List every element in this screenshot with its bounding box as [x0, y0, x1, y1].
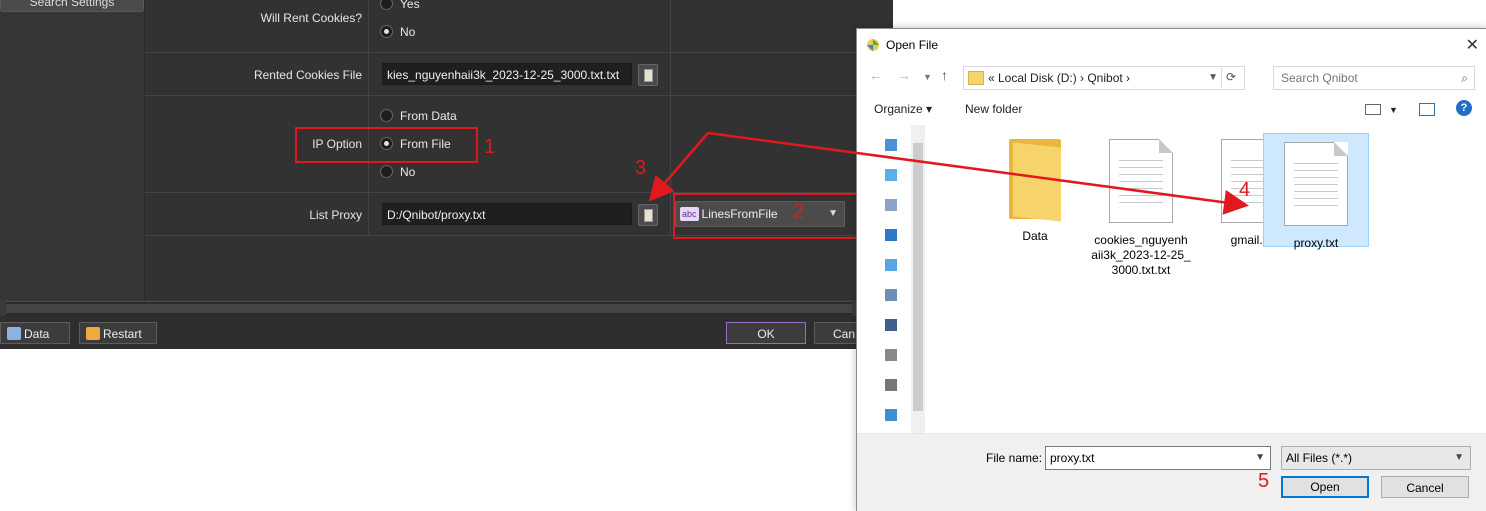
annotation-box-proxy-mode: [673, 193, 860, 239]
file-type-select[interactable]: All Files (*.*) ▼: [1281, 446, 1471, 470]
rented-cookies-file-input[interactable]: kies_nguyenhaii3k_2023-12-25_3000.txt.tx…: [382, 63, 632, 85]
navigation-pane: [871, 125, 925, 433]
rented-cookies-file-row: Rented Cookies File kies_nguyenhaii3k_20…: [145, 53, 893, 96]
radio-yes[interactable]: Yes: [380, 0, 420, 11]
chevron-down-icon[interactable]: ▼: [1389, 105, 1398, 115]
up-arrow-icon[interactable]: ↑: [941, 67, 948, 83]
music-icon[interactable]: [885, 259, 897, 271]
annotation-number-4: 4: [1239, 179, 1251, 201]
data-button[interactable]: Data: [0, 322, 70, 344]
radio-no[interactable]: No: [380, 25, 415, 39]
navigation-bar: ← → ▼ ↑ « Local Disk (D:) › Qnibot › ▼ ⟳…: [857, 63, 1486, 90]
recent-chevron-icon[interactable]: ▼: [923, 72, 932, 82]
book-icon: [644, 69, 653, 82]
cancel-button[interactable]: Cancel: [1381, 476, 1469, 498]
settings-window: Search Settings Will Rent Cookies? Yes N…: [0, 0, 893, 349]
drive-icon[interactable]: [885, 379, 897, 391]
left-pane: Search Settings: [0, 0, 145, 300]
ok-button[interactable]: OK: [726, 322, 806, 344]
will-rent-cookies-label: Will Rent Cookies?: [260, 11, 362, 25]
dialog-titlebar: Open File ✕: [857, 29, 1486, 61]
search-settings-button[interactable]: Search Settings: [0, 0, 144, 12]
scroll-thumb[interactable]: [6, 304, 852, 313]
bottom-bar: Data Restart OK Can: [0, 316, 893, 349]
open-button[interactable]: Open: [1281, 476, 1369, 498]
list-proxy-label: List Proxy: [309, 208, 362, 222]
chevron-down-icon: ▼: [1454, 452, 1464, 463]
radio-dot: [380, 165, 393, 178]
list-proxy-input[interactable]: D:/Qnibot/proxy.txt: [382, 203, 632, 225]
preview-pane-icon[interactable]: [1419, 103, 1435, 116]
folder-icon: [968, 71, 984, 85]
file-item-proxy-selected[interactable]: proxy.txt: [1263, 133, 1369, 250]
radio-dot-selected: [380, 25, 393, 38]
radio-dot: [380, 0, 393, 10]
chevron-down-icon[interactable]: ▼: [1208, 67, 1218, 89]
file-name-label: proxy.txt: [1293, 236, 1339, 250]
chevron-down-icon[interactable]: ▼: [1255, 447, 1265, 469]
annotation-number-3: 3: [635, 157, 647, 179]
forward-arrow-icon[interactable]: →: [897, 67, 911, 83]
address-bar[interactable]: « Local Disk (D:) › Qnibot › ▼ ⟳: [963, 66, 1245, 90]
text-file-icon: [1109, 139, 1173, 223]
documents-icon[interactable]: [885, 199, 897, 211]
radio-from-data[interactable]: From Data: [380, 109, 457, 123]
dialog-toolbar: Organize ▾ New folder ▼ ?: [857, 97, 1486, 123]
dialog-title: Open File: [886, 38, 939, 52]
open-file-icon: [867, 39, 879, 51]
desktop-icon[interactable]: [885, 169, 897, 181]
refresh-icon[interactable]: ⟳: [1221, 66, 1240, 88]
dialog-bottom-panel: File name: proxy.txt ▼ All Files (*.*) ▼…: [857, 433, 1486, 511]
ip-option-row: IP Option From Data From File No: [145, 96, 893, 193]
help-icon[interactable]: ?: [1456, 100, 1472, 116]
database-icon: [7, 327, 21, 340]
annotation-number-1: 1: [484, 136, 496, 158]
restart-button[interactable]: Restart: [79, 322, 157, 344]
view-options-icon[interactable]: [1365, 104, 1381, 115]
back-arrow-icon[interactable]: ←: [869, 67, 883, 83]
search-input[interactable]: Search Qnibot ⌕: [1273, 66, 1475, 90]
folder-icon: [1009, 139, 1061, 222]
drive-icon[interactable]: [885, 349, 897, 361]
settings-grid: Will Rent Cookies? Yes No Rented Cookies…: [145, 0, 893, 300]
search-icon: ⌕: [1461, 71, 1468, 85]
file-item-cookies[interactable]: cookies_nguyenh aii3k_2023-12-25_ 3000.t…: [1089, 131, 1193, 278]
radio-no-ip[interactable]: No: [380, 165, 415, 179]
text-file-icon: [1284, 142, 1348, 226]
quick-access-icon[interactable]: [885, 139, 897, 151]
file-list: Data cookies_nguyenh aii3k_2023-12-25_ 3…: [915, 125, 1486, 433]
annotation-number-5: 5: [1258, 470, 1270, 492]
browse-proxy-button[interactable]: [638, 204, 658, 226]
annotation-number-2: 2: [793, 201, 805, 223]
book-icon: [644, 209, 653, 222]
breadcrumb[interactable]: « Local Disk (D:) › Qnibot ›: [988, 67, 1130, 89]
videos-icon[interactable]: [885, 319, 897, 331]
open-file-dialog: Open File ✕ ← → ▼ ↑ « Local Disk (D:) › …: [856, 28, 1486, 511]
annotation-box-ip-option: [295, 127, 478, 163]
file-name-input[interactable]: proxy.txt ▼: [1045, 446, 1271, 470]
browse-cookies-button[interactable]: [638, 64, 658, 86]
pictures-icon[interactable]: [885, 289, 897, 301]
organize-menu[interactable]: Organize ▾: [874, 102, 932, 116]
file-name-label: cookies_nguyenh aii3k_2023-12-25_ 3000.t…: [1091, 233, 1191, 277]
downloads-icon[interactable]: [885, 229, 897, 241]
new-folder-button[interactable]: New folder: [965, 102, 1022, 116]
rented-cookies-file-label: Rented Cookies File: [253, 68, 362, 82]
file-item-data-folder[interactable]: Data: [983, 131, 1087, 244]
radio-dot: [380, 109, 393, 122]
horizontal-scrollbar[interactable]: [6, 301, 852, 316]
close-icon[interactable]: ✕: [1466, 35, 1479, 55]
network-icon[interactable]: [885, 409, 897, 421]
restart-icon: [86, 327, 100, 340]
file-name-label: Data: [1022, 229, 1048, 243]
file-name-label: File name:: [986, 451, 1043, 465]
will-rent-cookies-row: Will Rent Cookies? Yes No: [145, 0, 893, 53]
